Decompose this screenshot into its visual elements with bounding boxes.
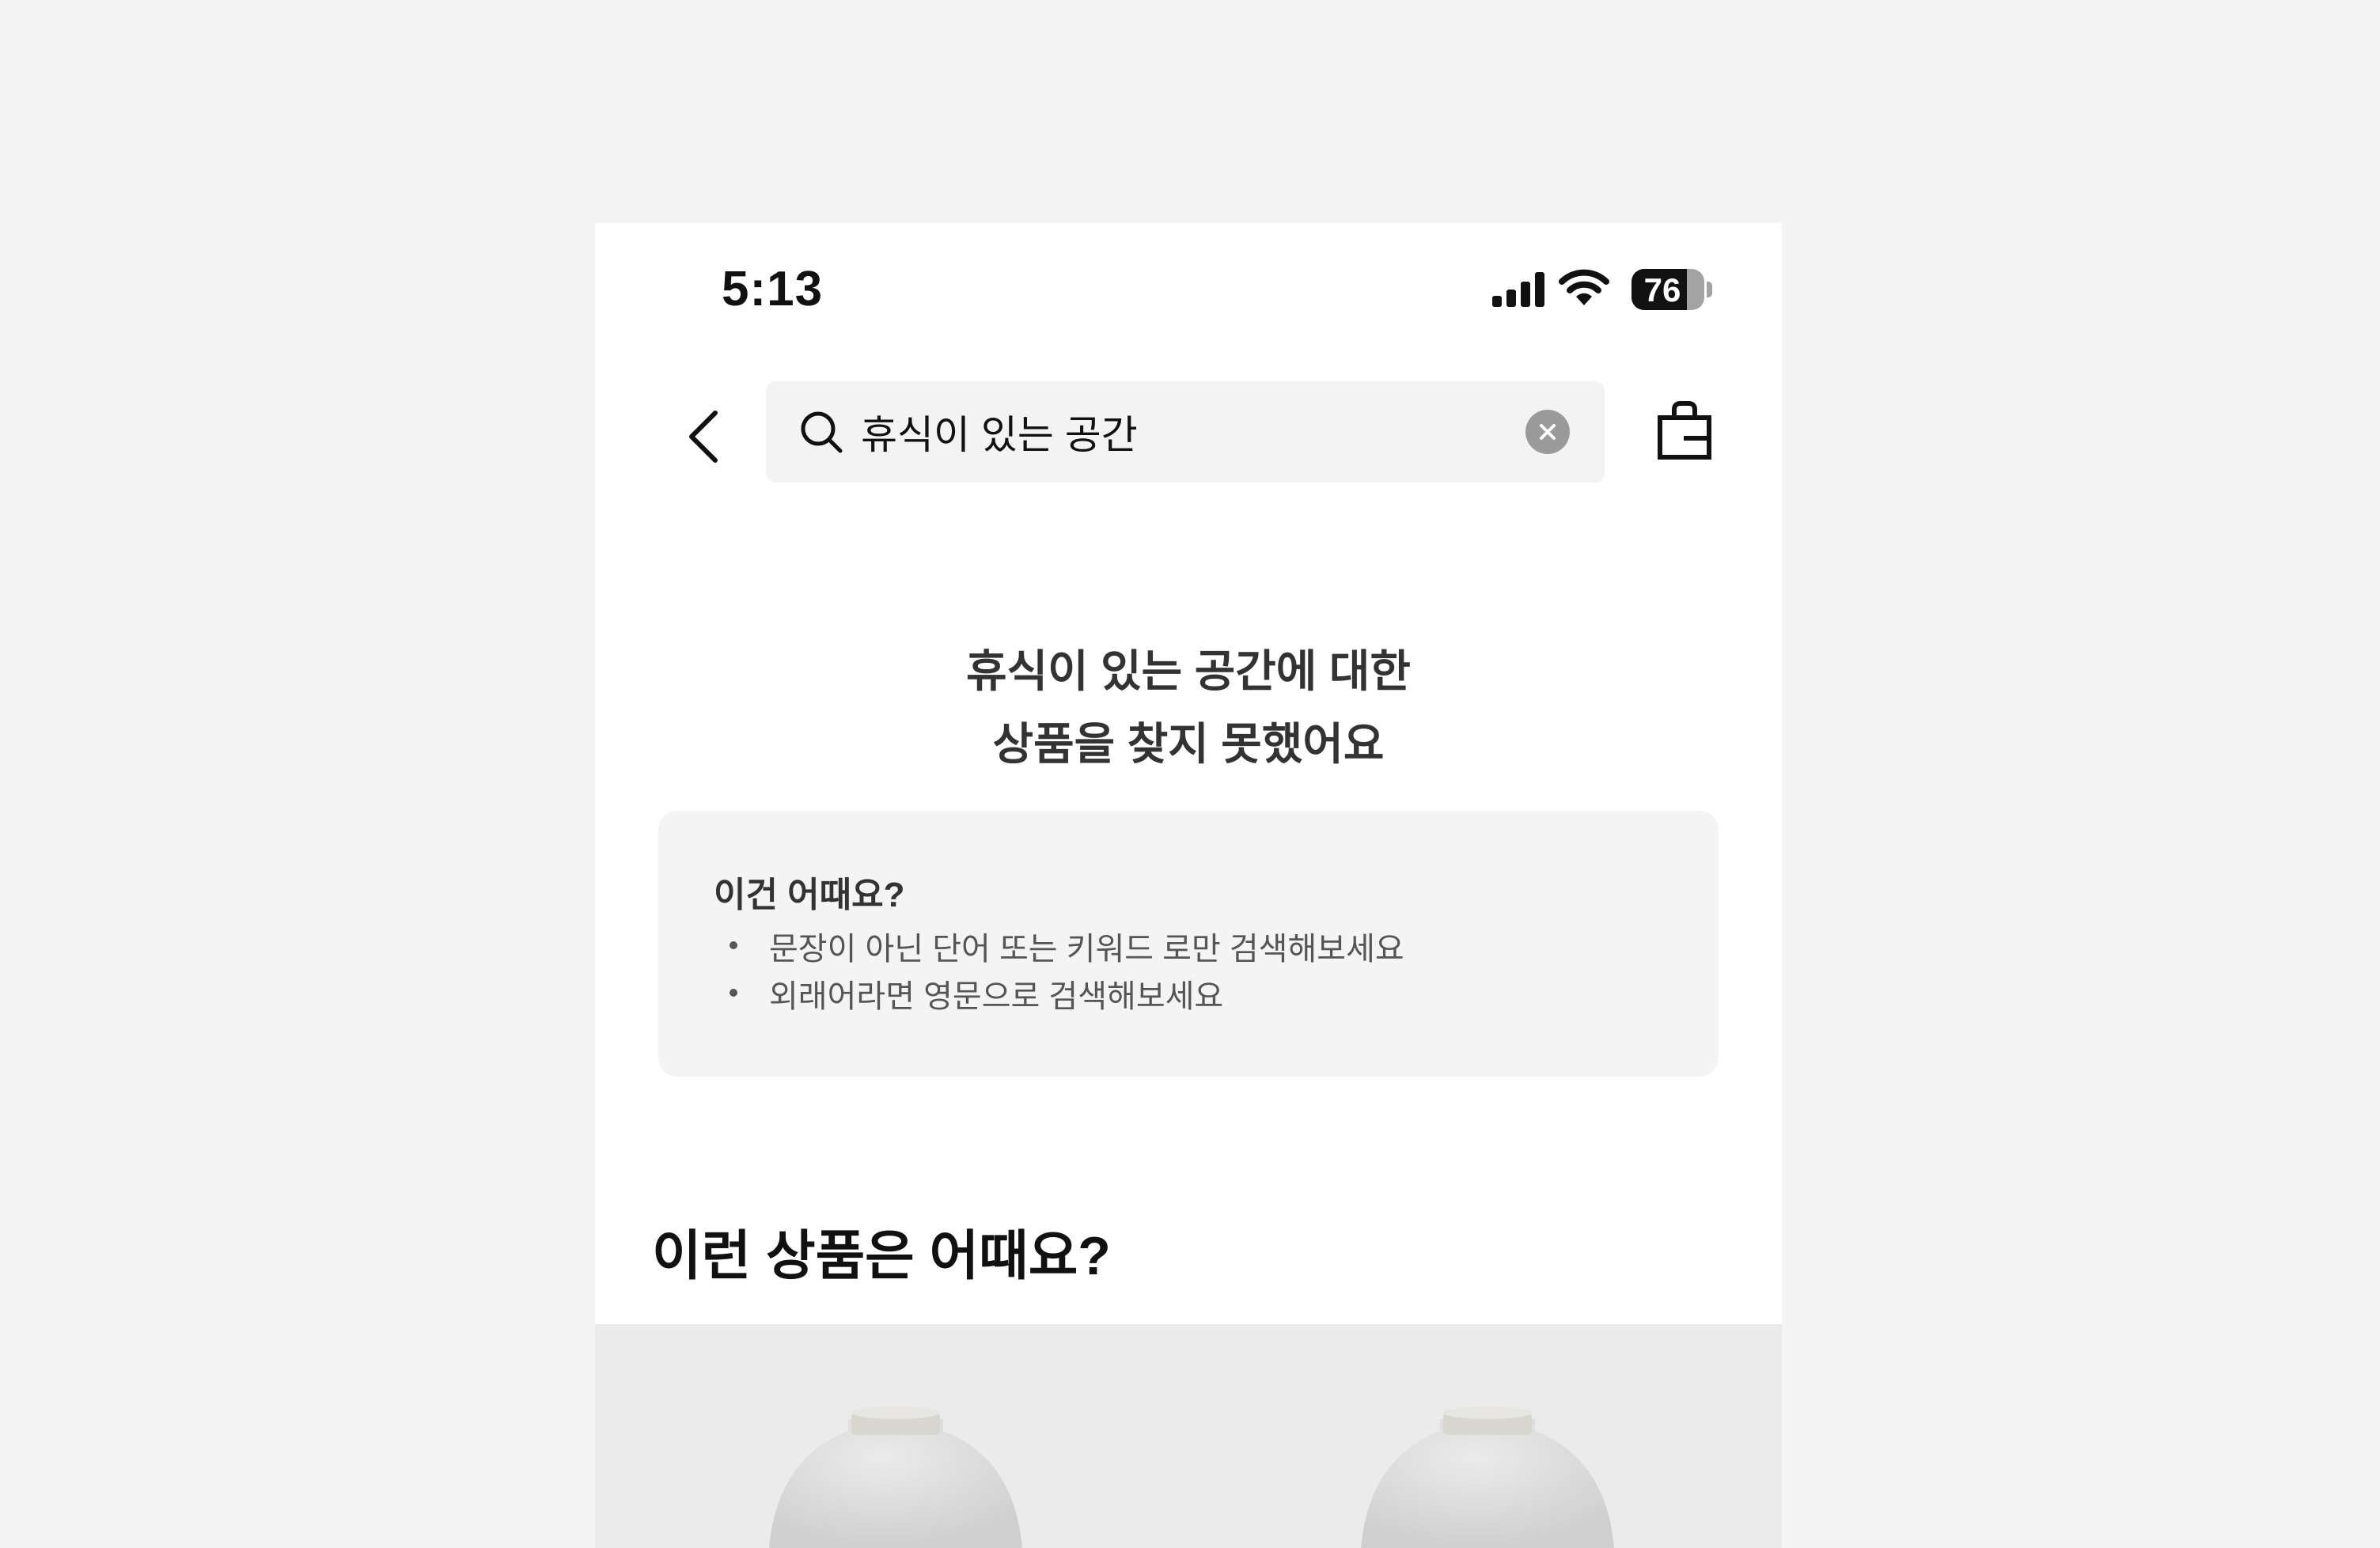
- empty-message-line-1: 휴식이 있는 공간에 대한: [966, 646, 1411, 696]
- status-time: 5:13: [722, 262, 824, 316]
- search-bar[interactable]: [766, 381, 1605, 483]
- vase-product-image: [1361, 1406, 1614, 1548]
- back-button[interactable]: [671, 403, 737, 470]
- product-grid: [595, 1324, 1782, 1548]
- vase-product-image: [769, 1406, 1022, 1548]
- battery-tip: [1707, 282, 1712, 297]
- wifi-icon: [1559, 269, 1609, 305]
- app-screen: 5:13 76 휴식이 있는 공간 휴식이 있는 공간에 대한 상품을 찾지 못…: [595, 223, 1782, 1548]
- chevron-left-icon: [689, 411, 718, 463]
- battery-icon: 76: [1632, 269, 1704, 310]
- product-card[interactable]: [769, 1324, 1022, 1548]
- shopping-bag-button[interactable]: [1654, 399, 1717, 462]
- product-card[interactable]: [1361, 1324, 1614, 1548]
- tip-item: 외래어라면 영문으로 검색해보세요: [769, 979, 1224, 1014]
- empty-message-line-2: 상품을 찾지 못했어요: [992, 719, 1385, 769]
- clear-search-button[interactable]: [1525, 410, 1570, 454]
- bullet-icon: [730, 989, 737, 997]
- search-icon: [801, 411, 843, 453]
- tip-item: 문장이 아닌 단어 또는 키워드 로만 검색해보세요: [769, 932, 1404, 967]
- bullet-icon: [730, 941, 737, 949]
- recommendations-title: 이런 상품은 어때요?: [652, 1226, 1111, 1286]
- cellular-signal-icon: [1492, 272, 1544, 307]
- shopping-bag-icon: [1658, 401, 1711, 460]
- clear-icon: [1540, 424, 1556, 440]
- search-tips-card: 이건 어때요? 문장이 아닌 단어 또는 키워드 로만 검색해보세요 외래어라면…: [658, 811, 1719, 1077]
- search-input[interactable]: [861, 403, 1510, 460]
- battery-level: 76: [1643, 271, 1681, 308]
- tips-title: 이건 어때요?: [714, 876, 905, 914]
